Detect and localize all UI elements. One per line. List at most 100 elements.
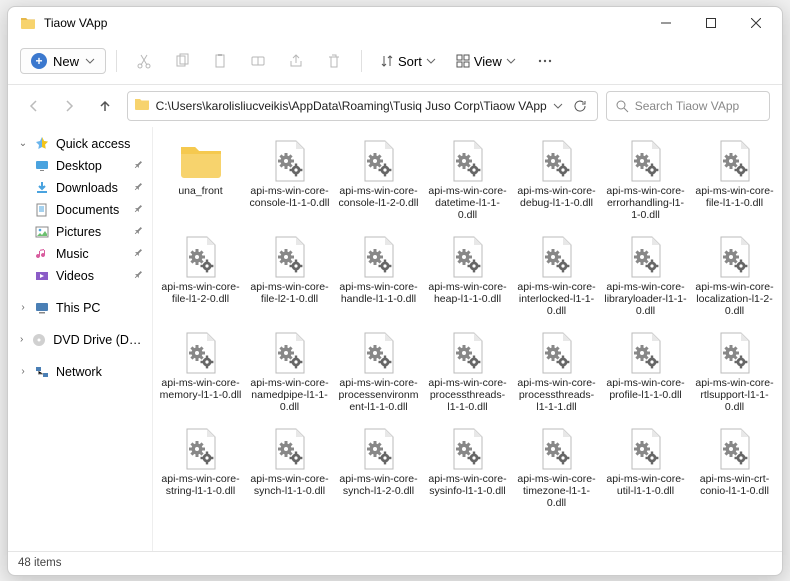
share-button[interactable] <box>279 44 313 78</box>
sidebar-item-label: Videos <box>56 269 94 283</box>
dll-file-icon <box>711 233 759 281</box>
chevron-right-icon: › <box>18 366 28 377</box>
dll-file-icon <box>622 137 670 185</box>
dll-file-icon <box>177 425 225 473</box>
file-item[interactable]: api-ms-win-core-file-l2-1-0.dll <box>246 229 333 323</box>
chevron-down-icon[interactable] <box>553 101 563 111</box>
file-name-label: api-ms-win-core-timezone-l1-1-0.dll <box>515 473 598 509</box>
navigation-pane[interactable]: ⌄ Quick access Desktop Downloads Documents… <box>8 127 153 551</box>
address-bar[interactable]: C:\Users\karolisliucveikis\AppData\Roami… <box>127 91 598 121</box>
file-item[interactable]: api-ms-win-core-datetime-l1-1-0.dll <box>424 133 511 227</box>
up-button[interactable] <box>91 90 119 122</box>
paste-button[interactable] <box>203 44 237 78</box>
file-name-label: api-ms-win-core-console-l1-1-0.dll <box>248 185 331 209</box>
back-button[interactable] <box>20 90 48 122</box>
file-item[interactable]: api-ms-win-core-debug-l1-1-0.dll <box>513 133 600 227</box>
dll-file-icon <box>266 425 314 473</box>
close-button[interactable] <box>733 7 778 39</box>
file-name-label: api-ms-win-core-datetime-l1-1-0.dll <box>426 185 509 221</box>
file-item[interactable]: api-ms-win-core-errorhandling-l1-1-0.dll <box>602 133 689 227</box>
desktop-icon <box>34 158 50 174</box>
dll-file-icon <box>711 329 759 377</box>
file-name-label: api-ms-win-core-file-l1-2-0.dll <box>159 281 242 305</box>
file-item[interactable]: api-ms-win-core-rtlsupport-l1-1-0.dll <box>691 325 778 419</box>
file-item[interactable]: api-ms-win-core-processenvironment-l1-1-… <box>335 325 422 419</box>
dll-file-icon <box>444 233 492 281</box>
file-name-label: api-ms-win-core-processthreads-l1-1-1.dl… <box>515 377 598 413</box>
sidebar-item-downloads[interactable]: Downloads <box>12 177 148 199</box>
sidebar-item-pictures[interactable]: Pictures <box>12 221 148 243</box>
pin-icon <box>130 202 144 216</box>
sidebar-item-desktop[interactable]: Desktop <box>12 155 148 177</box>
search-placeholder: Search Tiaow VApp <box>635 99 740 113</box>
sidebar-item-documents[interactable]: Documents <box>12 199 148 221</box>
dll-file-icon <box>533 137 581 185</box>
file-name-label: api-ms-win-core-errorhandling-l1-1-0.dll <box>604 185 687 221</box>
file-item[interactable]: api-ms-win-core-heap-l1-1-0.dll <box>424 229 511 323</box>
file-item[interactable]: api-ms-win-core-processthreads-l1-1-0.dl… <box>424 325 511 419</box>
separator <box>361 50 362 72</box>
window-controls <box>643 7 778 39</box>
this-pc-label: This PC <box>56 301 100 315</box>
file-name-label: api-ms-win-core-processenvironment-l1-1-… <box>337 377 420 413</box>
new-button[interactable]: + New <box>20 48 106 74</box>
file-item[interactable]: api-ms-win-core-interlocked-l1-1-0.dll <box>513 229 600 323</box>
titlebar[interactable]: Tiaow VApp <box>8 7 782 39</box>
folder-item[interactable]: una_front <box>157 133 244 227</box>
chevron-right-icon: › <box>18 334 25 345</box>
sidebar-item-videos[interactable]: Videos <box>12 265 148 287</box>
sidebar-network[interactable]: › Network <box>12 361 148 383</box>
search-input[interactable]: Search Tiaow VApp <box>606 91 770 121</box>
file-item[interactable]: api-ms-win-core-timezone-l1-1-0.dll <box>513 421 600 515</box>
file-item[interactable]: api-ms-win-core-synch-l1-2-0.dll <box>335 421 422 515</box>
delete-button[interactable] <box>317 44 351 78</box>
file-name-label: api-ms-win-core-synch-l1-2-0.dll <box>337 473 420 497</box>
file-item[interactable]: api-ms-win-core-memory-l1-1-0.dll <box>157 325 244 419</box>
refresh-button[interactable] <box>569 99 591 113</box>
file-list[interactable]: una_frontapi-ms-win-core-console-l1-1-0.… <box>153 127 782 551</box>
dll-file-icon <box>266 137 314 185</box>
file-item[interactable]: api-ms-win-crt-conio-l1-1-0.dll <box>691 421 778 515</box>
dll-file-icon <box>711 137 759 185</box>
view-dropdown[interactable]: View <box>448 50 524 73</box>
sidebar-item-label: Pictures <box>56 225 101 239</box>
file-item[interactable]: api-ms-win-core-console-l1-2-0.dll <box>335 133 422 227</box>
cut-button[interactable] <box>127 44 161 78</box>
sidebar-quick-access[interactable]: ⌄ Quick access <box>12 133 148 155</box>
music-icon <box>34 246 50 262</box>
file-item[interactable]: api-ms-win-core-namedpipe-l1-1-0.dll <box>246 325 333 419</box>
file-item[interactable]: api-ms-win-core-file-l1-2-0.dll <box>157 229 244 323</box>
file-item[interactable]: api-ms-win-core-handle-l1-1-0.dll <box>335 229 422 323</box>
file-item[interactable]: api-ms-win-core-console-l1-1-0.dll <box>246 133 333 227</box>
pin-icon <box>130 268 144 282</box>
path-folder-icon <box>134 96 150 115</box>
file-item[interactable]: api-ms-win-core-localization-l1-2-0.dll <box>691 229 778 323</box>
sort-dropdown[interactable]: Sort <box>372 50 444 73</box>
file-name-label: api-ms-win-core-synch-l1-1-0.dll <box>248 473 331 497</box>
sidebar-this-pc[interactable]: › This PC <box>12 297 148 319</box>
sidebar-item-label: Documents <box>56 203 119 217</box>
file-item[interactable]: api-ms-win-core-util-l1-1-0.dll <box>602 421 689 515</box>
file-item[interactable]: api-ms-win-core-profile-l1-1-0.dll <box>602 325 689 419</box>
more-button[interactable] <box>528 44 562 78</box>
dll-file-icon <box>622 233 670 281</box>
documents-icon <box>34 202 50 218</box>
file-item[interactable]: api-ms-win-core-processthreads-l1-1-1.dl… <box>513 325 600 419</box>
minimize-button[interactable] <box>643 7 688 39</box>
sidebar-item-label: Downloads <box>56 181 118 195</box>
copy-button[interactable] <box>165 44 199 78</box>
file-item[interactable]: api-ms-win-core-synch-l1-1-0.dll <box>246 421 333 515</box>
sidebar-dvd-drive[interactable]: › DVD Drive (D:) CCCC <box>12 329 148 351</box>
sidebar-item-music[interactable]: Music <box>12 243 148 265</box>
file-item[interactable]: api-ms-win-core-file-l1-1-0.dll <box>691 133 778 227</box>
file-item[interactable]: api-ms-win-core-string-l1-1-0.dll <box>157 421 244 515</box>
status-bar: 48 items <box>8 551 782 575</box>
network-icon <box>34 364 50 380</box>
forward-button[interactable] <box>56 90 84 122</box>
downloads-icon <box>34 180 50 196</box>
file-item[interactable]: api-ms-win-core-libraryloader-l1-1-0.dll <box>602 229 689 323</box>
rename-button[interactable] <box>241 44 275 78</box>
file-item[interactable]: api-ms-win-core-sysinfo-l1-1-0.dll <box>424 421 511 515</box>
dll-file-icon <box>355 425 403 473</box>
maximize-button[interactable] <box>688 7 733 39</box>
